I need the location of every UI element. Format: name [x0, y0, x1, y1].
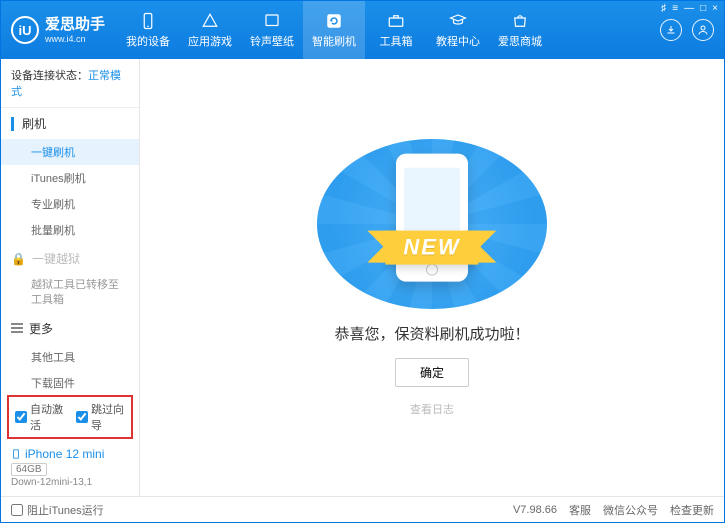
wechat-link[interactable]: 微信公众号 — [603, 502, 658, 518]
nav-my-device[interactable]: 我的设备 — [117, 1, 179, 59]
close-icon[interactable]: × — [712, 3, 718, 14]
device-name[interactable]: iPhone 12 mini — [11, 447, 129, 461]
sidebar-item-pro-flash[interactable]: 专业刷机 — [1, 191, 139, 217]
footer: 阻止iTunes运行 V7.98.66 客服 微信公众号 检查更新 — [1, 496, 724, 522]
option-highlight-box: 自动激活 跳过向导 — [7, 395, 133, 439]
store-icon — [510, 12, 530, 30]
group-title: 一键越狱 — [32, 250, 80, 267]
device-icon — [138, 12, 158, 30]
brand: iU 爱思助手 www.i4.cn — [1, 1, 117, 59]
device-desc: Down-12mini-13,1 — [11, 477, 129, 488]
tutorial-icon — [448, 12, 468, 30]
toolbox-icon — [386, 12, 406, 30]
nav-store[interactable]: 爱思商城 — [489, 1, 551, 59]
jailbreak-note: 越狱工具已转移至工具箱 — [1, 274, 139, 313]
top-nav: 我的设备 应用游戏 铃声壁纸 智能刷机 工具箱 教程中心 — [117, 1, 650, 59]
check-update-link[interactable]: 检查更新 — [670, 502, 714, 518]
checkbox-skip-guide[interactable]: 跳过向导 — [76, 401, 125, 433]
success-message: 恭喜您，保资料刷机成功啦！ — [334, 323, 529, 344]
menu-icon[interactable]: ≡ — [672, 3, 678, 14]
nav-label: 我的设备 — [126, 33, 170, 49]
success-illustration: NEW — [317, 139, 547, 309]
wallpaper-icon — [262, 12, 282, 30]
version-label: V7.98.66 — [513, 504, 557, 516]
status-label: 设备连接状态： — [11, 70, 88, 82]
content: NEW 恭喜您，保资料刷机成功啦！ 确定 查看日志 — [140, 59, 724, 496]
group-title: 刷机 — [22, 115, 46, 132]
sidebar-item-batch-flash[interactable]: 批量刷机 — [1, 217, 139, 243]
flash-icon — [324, 12, 344, 30]
apps-icon — [200, 12, 220, 30]
lock-icon: 🔒 — [11, 252, 26, 266]
nav-label: 铃声壁纸 — [250, 33, 294, 49]
nav-smart-flash[interactable]: 智能刷机 — [303, 1, 365, 59]
nav-label: 爱思商城 — [498, 33, 542, 49]
group-flash-header[interactable]: 刷机 — [1, 108, 139, 139]
brand-url: www.i4.cn — [45, 34, 105, 45]
nav-label: 工具箱 — [380, 33, 413, 49]
nav-toolbox[interactable]: 工具箱 — [365, 1, 427, 59]
device-capacity: 64GB — [11, 463, 47, 476]
download-icon[interactable] — [660, 19, 682, 41]
hamburger-icon — [11, 323, 23, 333]
sidebar-item-other-tools[interactable]: 其他工具 — [1, 344, 139, 370]
checkbox-block-itunes[interactable]: 阻止iTunes运行 — [11, 502, 104, 518]
group-jailbreak: 🔒 一键越狱 越狱工具已转移至工具箱 — [1, 243, 139, 313]
group-more: 更多 其他工具 下载固件 高级功能 — [1, 313, 139, 393]
main-panel: NEW 恭喜您，保资料刷机成功啦！ 确定 查看日志 — [140, 59, 724, 496]
phone-icon — [11, 447, 21, 461]
nav-label: 应用游戏 — [188, 33, 232, 49]
app-window: ♯ ≡ — □ × iU 爱思助手 www.i4.cn 我的设备 应用游戏 — [0, 0, 725, 523]
group-more-header[interactable]: 更多 — [1, 313, 139, 344]
group-title: 更多 — [29, 320, 53, 337]
user-icon[interactable] — [692, 19, 714, 41]
checkbox-auto-activate[interactable]: 自动激活 — [15, 401, 64, 433]
brand-title: 爱思助手 — [45, 16, 105, 34]
group-flash: 刷机 一键刷机 iTunes刷机 专业刷机 批量刷机 — [1, 108, 139, 243]
device-info: iPhone 12 mini 64GB Down-12mini-13,1 — [1, 441, 139, 496]
header: ♯ ≡ — □ × iU 爱思助手 www.i4.cn 我的设备 应用游戏 — [1, 1, 724, 59]
new-ribbon: NEW — [385, 230, 478, 264]
group-jailbreak-header[interactable]: 🔒 一键越狱 — [1, 243, 139, 274]
feedback-icon[interactable]: ♯ — [661, 3, 666, 14]
nav-label: 教程中心 — [436, 33, 480, 49]
nav-apps-games[interactable]: 应用游戏 — [179, 1, 241, 59]
sidebar-item-oneclick-flash[interactable]: 一键刷机 — [1, 139, 139, 165]
sidebar: 设备连接状态：正常模式 刷机 一键刷机 iTunes刷机 专业刷机 批量刷机 🔒… — [1, 59, 140, 496]
customer-service-link[interactable]: 客服 — [569, 502, 591, 518]
body: 设备连接状态：正常模式 刷机 一键刷机 iTunes刷机 专业刷机 批量刷机 🔒… — [1, 59, 724, 496]
minimize-icon[interactable]: — — [684, 3, 694, 14]
view-log-link[interactable]: 查看日志 — [410, 401, 454, 417]
sidebar-item-itunes-flash[interactable]: iTunes刷机 — [1, 165, 139, 191]
ok-button[interactable]: 确定 — [395, 358, 469, 387]
maximize-icon[interactable]: □ — [700, 3, 706, 14]
nav-label: 智能刷机 — [312, 33, 356, 49]
window-controls: ♯ ≡ — □ × — [661, 3, 718, 14]
device-conn-status: 设备连接状态：正常模式 — [1, 59, 139, 108]
nav-tutorials[interactable]: 教程中心 — [427, 1, 489, 59]
brand-logo-icon: iU — [11, 16, 39, 44]
nav-ringtones[interactable]: 铃声壁纸 — [241, 1, 303, 59]
sidebar-item-download-firmware[interactable]: 下载固件 — [1, 370, 139, 393]
